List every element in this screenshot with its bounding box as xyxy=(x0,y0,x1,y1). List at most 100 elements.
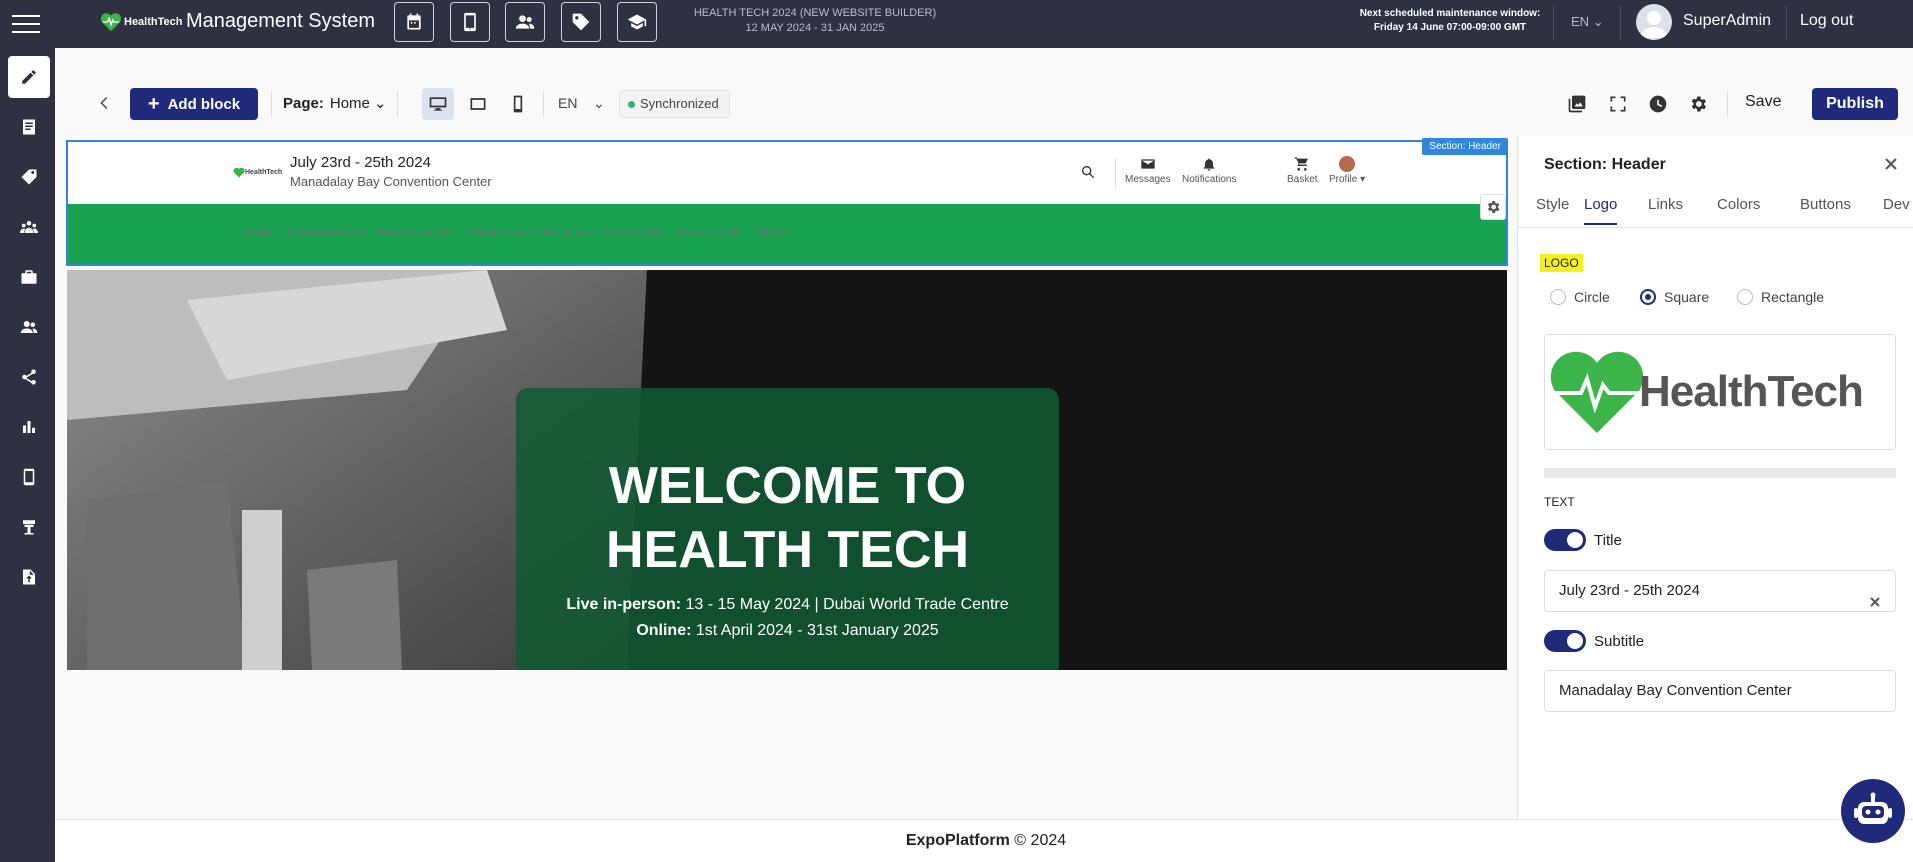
save-button[interactable]: Save xyxy=(1745,93,1781,111)
site-menu-item[interactable]: CONFERENCES xyxy=(287,228,364,239)
shape-option-square[interactable]: Square xyxy=(1640,289,1709,305)
sync-status-badge: Synchronized xyxy=(619,90,730,118)
clear-title-button[interactable] xyxy=(1869,584,1881,607)
panel-tabs: Style Logo Links Colors Buttons Dev xyxy=(1518,188,1913,228)
sidebar-item-share[interactable] xyxy=(8,356,50,398)
close-icon xyxy=(1885,158,1897,170)
calendar-button[interactable] xyxy=(394,2,434,42)
site-menu-item[interactable]: NEWS xyxy=(756,228,786,239)
header-section-preview[interactable]: Section: Header HealthTech July 23rd - 2… xyxy=(66,138,1508,266)
section-settings-panel: Section: Header Style Logo Links Colors … xyxy=(1517,136,1913,819)
section-settings-button[interactable] xyxy=(1480,194,1506,220)
site-menu-item[interactable]: EXHIBITORS & PRODUCTS xyxy=(466,228,595,239)
media-library-button[interactable] xyxy=(1565,92,1589,116)
heart-logo-icon xyxy=(233,167,245,178)
tab-dev[interactable]: Dev xyxy=(1883,196,1910,223)
envelope-icon xyxy=(1141,159,1155,169)
title-input[interactable]: July 23rd - 25th 2024 xyxy=(1544,570,1896,612)
site-nav-notifications[interactable]: Notifications xyxy=(1182,156,1236,185)
gear-icon xyxy=(1487,201,1500,213)
tab-buttons[interactable]: Buttons xyxy=(1800,196,1851,223)
tag-button[interactable] xyxy=(561,2,601,42)
divider xyxy=(271,91,272,117)
sidebar-item-users[interactable] xyxy=(8,306,50,348)
robot-icon xyxy=(1854,792,1892,824)
site-nav-label: Basket xyxy=(1287,174,1318,185)
radio-button[interactable] xyxy=(1737,289,1753,305)
divider xyxy=(1115,158,1116,188)
tablet-view-button[interactable] xyxy=(462,88,494,120)
username[interactable]: SuperAdmin xyxy=(1683,12,1771,30)
language-selector[interactable]: EN ⌄ xyxy=(1571,14,1604,30)
sidebar-item-exhibitors[interactable] xyxy=(8,256,50,298)
divider xyxy=(1553,6,1554,40)
hamburger-menu-icon[interactable] xyxy=(12,15,42,35)
add-block-button[interactable]: + Add block xyxy=(130,88,258,120)
back-button[interactable] xyxy=(95,94,115,114)
people-icon xyxy=(515,15,535,29)
site-menu-item[interactable]: PRESS CENTRE xyxy=(377,228,455,239)
people-button[interactable] xyxy=(505,2,545,42)
desktop-view-button[interactable] xyxy=(422,88,454,120)
network-icon xyxy=(20,221,38,233)
chevron-left-icon xyxy=(100,97,108,109)
tab-logo[interactable]: Logo xyxy=(1584,196,1618,225)
subtitle-input-value: Manadalay Bay Convention Center xyxy=(1559,682,1792,699)
site-nav-messages[interactable]: Messages xyxy=(1125,156,1171,185)
sidebar-item-booths[interactable] xyxy=(8,506,50,548)
hero-banner[interactable]: WELCOME TO HEALTH TECH Live in-person: 1… xyxy=(67,270,1507,670)
sidebar-item-analytics[interactable] xyxy=(8,406,50,448)
hero-online-text: 1st April 2024 - 31st January 2025 xyxy=(691,622,939,639)
page-selector[interactable]: Page: Home ⌄ xyxy=(283,94,387,112)
avatar xyxy=(1339,156,1356,172)
maintenance-notice: Next scheduled maintenance window: Frida… xyxy=(1330,7,1570,35)
mobile-view-button[interactable] xyxy=(502,88,534,120)
history-button[interactable] xyxy=(1646,92,1670,116)
site-menu-item[interactable]: HOME xyxy=(242,228,272,239)
subtitle-toggle[interactable] xyxy=(1544,630,1586,652)
tag-icon xyxy=(21,169,37,185)
site-nav-label: Messages xyxy=(1125,174,1171,185)
avatar[interactable] xyxy=(1636,4,1672,40)
tab-links[interactable]: Links xyxy=(1648,196,1683,223)
tab-style[interactable]: Style xyxy=(1536,196,1569,223)
site-nav-profile[interactable]: Profile ▾ xyxy=(1329,156,1365,185)
chatbot-button[interactable] xyxy=(1841,779,1905,843)
sidebar-item-mobile[interactable] xyxy=(8,456,50,498)
sidebar-item-editor[interactable] xyxy=(8,56,50,98)
site-header-subtitle: Manadalay Bay Convention Center xyxy=(290,174,492,189)
publish-button[interactable]: Publish xyxy=(1812,88,1898,120)
mobile-icon xyxy=(513,95,523,113)
settings-button[interactable] xyxy=(1686,92,1710,116)
education-button[interactable] xyxy=(617,2,657,42)
site-menu-item[interactable]: DELEGATES xyxy=(605,228,664,239)
tab-colors[interactable]: Colors xyxy=(1717,196,1760,223)
shape-option-rectangle[interactable]: Rectangle xyxy=(1737,289,1824,305)
logo-size-bar[interactable] xyxy=(1544,468,1896,478)
close-panel-button[interactable] xyxy=(1883,156,1901,174)
add-block-label: Add block xyxy=(167,95,241,113)
logo-preview[interactable]: HealthTech xyxy=(1544,334,1896,450)
chevron-down-icon: ⌄ xyxy=(1592,14,1604,29)
site-menu-item[interactable]: FLOOR PLAN xyxy=(677,228,740,239)
briefcase-icon xyxy=(21,270,37,284)
title-toggle[interactable] xyxy=(1544,529,1586,551)
subtitle-input[interactable]: Manadalay Bay Convention Center xyxy=(1544,670,1896,712)
content-language-selector[interactable]: EN ⌄ xyxy=(558,95,605,112)
site-search-button[interactable] xyxy=(1080,164,1096,180)
event-name: HEALTH TECH 2024 (NEW WEBSITE BUILDER) xyxy=(693,7,937,19)
page-value: Home xyxy=(329,95,370,112)
sidebar-item-network[interactable] xyxy=(8,206,50,248)
site-nav-basket[interactable]: Basket xyxy=(1287,156,1318,185)
mobile-app-button[interactable] xyxy=(450,2,490,42)
text-section-heading: TEXT xyxy=(1544,495,1575,509)
sidebar-item-import[interactable] xyxy=(8,556,50,598)
fullscreen-button[interactable] xyxy=(1606,92,1630,116)
shape-option-circle[interactable]: Circle xyxy=(1550,289,1610,305)
radio-button[interactable] xyxy=(1550,289,1566,305)
sidebar-item-tickets[interactable] xyxy=(8,156,50,198)
radio-button[interactable] xyxy=(1640,289,1656,305)
sidebar-item-pages[interactable] xyxy=(8,106,50,148)
logout-button[interactable]: Log out xyxy=(1800,12,1853,30)
brand-logo-text: HealthTech xyxy=(124,16,183,28)
